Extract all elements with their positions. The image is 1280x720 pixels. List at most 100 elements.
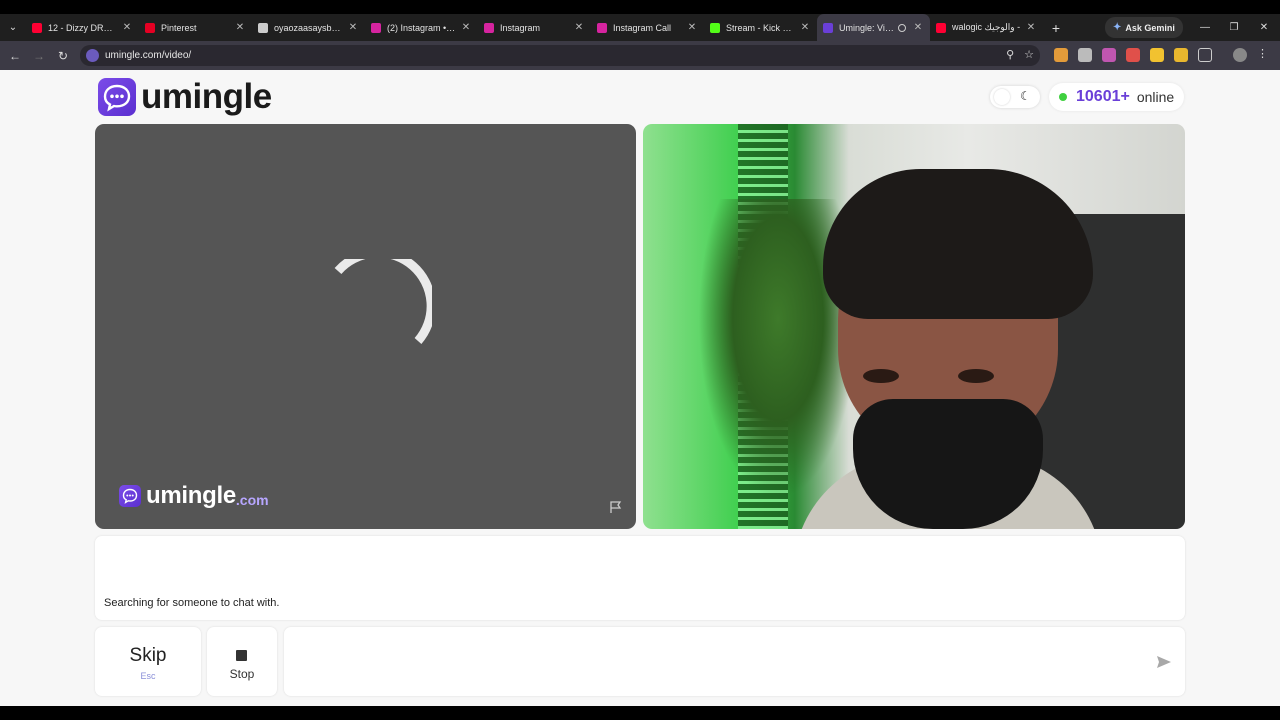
tab-favicon-icon (823, 22, 833, 33)
tab-title: 12 - Dizzy DROS - (48, 22, 117, 33)
tab-title: walogic والوجيك - (952, 22, 1021, 32)
logo-text: umingle (141, 77, 272, 116)
stop-button[interactable]: Stop (207, 627, 277, 696)
skip-shortcut-hint: Esc (140, 671, 156, 681)
browser-menu-icon[interactable]: ⋮ (1257, 47, 1271, 61)
online-label: online (1136, 89, 1175, 105)
tab-favicon-icon (32, 22, 42, 33)
extension-icon[interactable] (1150, 48, 1164, 62)
recording-indicator-icon (898, 23, 906, 32)
tab-favicon-icon (484, 22, 494, 33)
tab-favicon-icon (371, 22, 381, 33)
extension-icon[interactable] (1054, 48, 1068, 62)
report-flag-icon[interactable] (609, 500, 623, 514)
browser-tab[interactable]: Umingle: Video ✕ (817, 14, 930, 41)
umingle-watermark: umingle .com (119, 482, 269, 510)
tab-favicon-icon (258, 22, 268, 33)
page: umingle ☾ 10601+ online umingle .com Sea… (0, 70, 1280, 706)
close-tab-icon[interactable]: ✕ (347, 22, 359, 33)
browser-tab[interactable]: Instagram Call ✕ (591, 14, 704, 41)
loading-spinner-icon (334, 259, 432, 344)
close-tab-icon[interactable]: ✕ (799, 22, 811, 33)
chat-bubble-logo-icon (98, 78, 136, 116)
close-tab-icon[interactable]: ✕ (573, 22, 585, 33)
omnibox-actions: ⚲ ☆ (1006, 48, 1034, 61)
tab-title: (2) Instagram • Me (387, 22, 456, 33)
browser-tab[interactable]: (2) Instagram • Me ✕ (365, 14, 478, 41)
self-camera-video (643, 124, 1185, 529)
minimize-icon[interactable]: — (1190, 14, 1220, 41)
ask-gemini-label: Ask Gemini (1125, 22, 1175, 33)
reload-icon[interactable]: ↻ (51, 41, 75, 70)
bookmark-star-icon[interactable]: ☆ (1024, 48, 1034, 61)
close-window-icon[interactable]: ✕ (1249, 14, 1279, 41)
browser-tab[interactable]: 12 - Dizzy DROS - ✕ (26, 14, 139, 41)
chat-status-text: Searching for someone to chat with. (104, 597, 280, 609)
extensions-puzzle-icon[interactable] (1198, 48, 1212, 62)
browser-tab[interactable]: walogic والوجيك - ✕ (930, 14, 1043, 41)
extension-icon[interactable] (1126, 48, 1140, 62)
tab-title: Instagram Call (613, 22, 672, 33)
tab-favicon-icon (936, 22, 946, 33)
tab-list: 12 - Dizzy DROS - ✕ Pinterest ✕ oyaozaasaysb… (26, 14, 1043, 41)
online-count: 10601+ (1076, 88, 1130, 105)
watermark-text: umingle (146, 482, 236, 509)
profile-avatar[interactable] (1233, 48, 1247, 62)
tab-favicon-icon (710, 22, 720, 33)
close-tab-icon[interactable]: ✕ (121, 22, 133, 33)
online-status-dot (1059, 93, 1067, 101)
tab-search-icon[interactable]: ⌄ (0, 14, 26, 41)
stop-label: Stop (229, 667, 255, 681)
browser-tab[interactable]: Stream - Kick Dash ✕ (704, 14, 817, 41)
stranger-video: umingle .com (95, 124, 636, 529)
left-eye (863, 369, 899, 383)
back-icon[interactable]: ← (3, 41, 27, 70)
site-info-icon[interactable] (86, 49, 99, 62)
chat-log: Searching for someone to chat with. (95, 536, 1185, 620)
extension-icon[interactable] (1174, 48, 1188, 62)
browser-tab[interactable]: Pinterest ✕ (139, 14, 252, 41)
tab-favicon-icon (145, 22, 155, 33)
browser-tab[interactable]: Instagram ✕ (478, 14, 591, 41)
close-tab-icon[interactable]: ✕ (1025, 22, 1037, 33)
forward-icon[interactable]: → (27, 41, 51, 70)
browser-toolbar: ← → ↻ umingle.com/video/ ⚲ ☆ ⋮ (0, 41, 1280, 70)
zoom-icon[interactable]: ⚲ (1006, 48, 1014, 61)
site-logo[interactable]: umingle (98, 77, 272, 117)
moon-icon: ☾ (1020, 89, 1031, 103)
address-url: umingle.com/video/ (105, 50, 192, 61)
address-bar[interactable]: umingle.com/video/ ⚲ ☆ (80, 45, 1040, 66)
skip-button[interactable]: Skip Esc (95, 627, 201, 696)
send-icon[interactable] (1156, 654, 1172, 670)
tab-title: Umingle: Video (839, 22, 898, 33)
theme-toggle-knob (994, 89, 1010, 105)
tab-favicon-icon (597, 22, 607, 33)
hair (823, 169, 1093, 319)
extension-icon[interactable] (1102, 48, 1116, 62)
browser-tab[interactable]: oyaozaasaysbahqj ✕ (252, 14, 365, 41)
stop-icon (236, 650, 247, 661)
close-tab-icon[interactable]: ✕ (460, 22, 472, 33)
theme-toggle[interactable]: ☾ (990, 86, 1040, 108)
extension-icon[interactable] (1078, 48, 1092, 62)
tab-title: Instagram (500, 22, 541, 33)
gemini-spark-icon: ✦ (1113, 22, 1122, 33)
tab-title: oyaozaasaysbahqj (274, 22, 343, 33)
screen: ⌄ 12 - Dizzy DROS - ✕ Pinterest ✕ oyaozaasay… (0, 0, 1280, 720)
right-eye (958, 369, 994, 383)
face-mask (853, 399, 1043, 529)
tab-title: Pinterest (161, 22, 197, 33)
restore-icon[interactable]: ❐ (1219, 14, 1249, 41)
online-counter: 10601+ online (1049, 83, 1185, 111)
tab-title: Stream - Kick Dash (726, 22, 795, 33)
watermark-suffix: .com (235, 492, 269, 508)
close-tab-icon[interactable]: ✕ (686, 22, 698, 33)
skip-label: Skip (129, 645, 167, 666)
ask-gemini-button[interactable]: ✦ Ask Gemini (1105, 17, 1183, 38)
watermark-logo-icon (119, 485, 141, 507)
close-tab-icon[interactable]: ✕ (234, 22, 246, 33)
new-tab-icon[interactable]: + (1043, 20, 1069, 36)
close-tab-icon[interactable]: ✕ (912, 22, 924, 33)
message-input[interactable] (284, 627, 1185, 696)
browser-tab-bar: ⌄ 12 - Dizzy DROS - ✕ Pinterest ✕ oyaozaasay… (0, 14, 1280, 41)
